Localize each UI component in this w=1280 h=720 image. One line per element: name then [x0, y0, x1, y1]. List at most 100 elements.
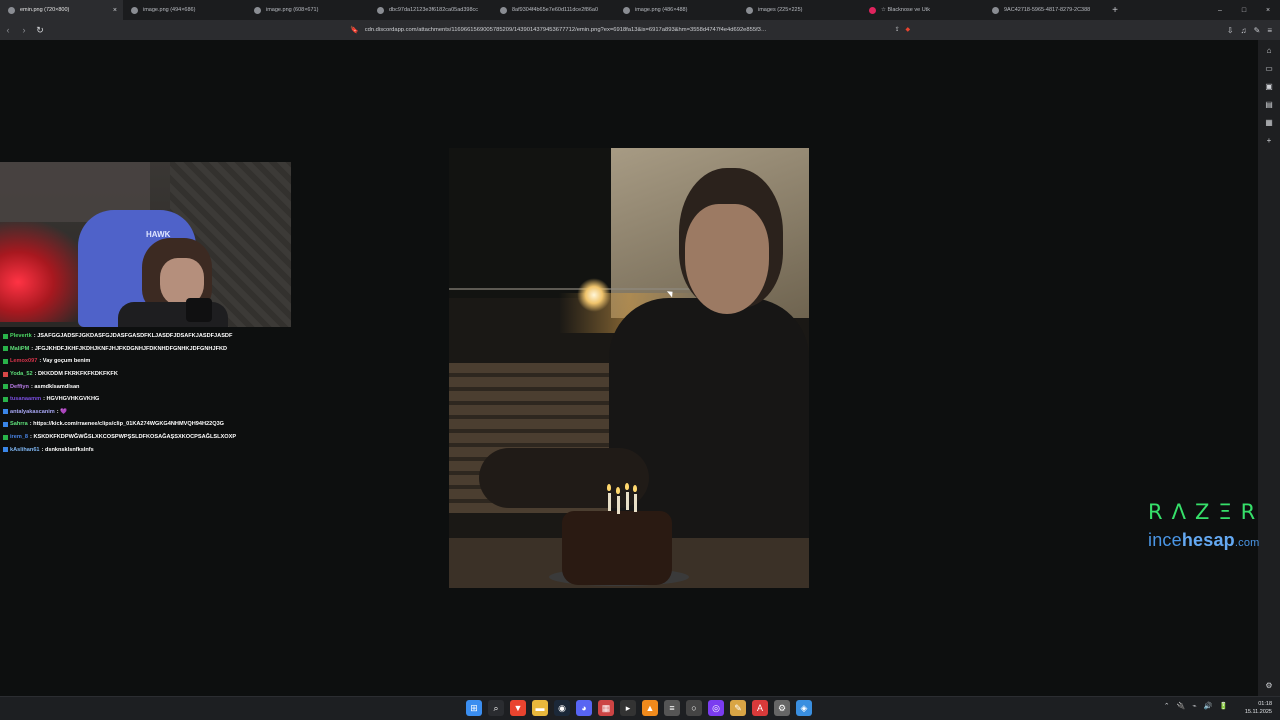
windows-start-icon[interactable]: ⊞ — [466, 700, 482, 716]
globe-icon — [254, 6, 261, 14]
sidebar-table-icon[interactable]: ▦ — [1265, 118, 1273, 127]
calendar-icon[interactable]: ▦ — [598, 700, 614, 716]
download-icon[interactable]: ⇩ — [1227, 26, 1234, 35]
clock[interactable]: 01:18 15.11.2025 — [1245, 700, 1272, 716]
chat-badge-icon — [3, 396, 8, 402]
network-icon[interactable]: ⌁ — [1192, 702, 1196, 710]
chat-line: Lemox097: Vay goçum benim — [3, 355, 303, 368]
folder-icon[interactable]: ▬ — [532, 700, 548, 716]
chat-line: Sahrra: https://kick.com/rraenee/clips/c… — [3, 418, 303, 431]
tab-label: 9AC42718-5965-4817-8279-2C388 — [1004, 7, 1091, 13]
candle-flame — [633, 485, 637, 492]
brave-icon[interactable]: ▼ — [510, 700, 526, 716]
image-favicon-icon — [8, 6, 15, 14]
chocolate-cake — [562, 511, 672, 585]
settings-app-icon[interactable]: ≡ — [664, 700, 680, 716]
terminal-icon[interactable]: ▸ — [620, 700, 636, 716]
tab-label: emin.png (720×800) — [20, 7, 70, 13]
toolbar-actions: ⇩ ♫ ✎ ≡ — [1227, 20, 1272, 40]
chat-username[interactable]: Deffiyn — [10, 384, 29, 390]
sidebar-tabs-icon[interactable]: ▭ — [1265, 64, 1273, 73]
edit-icon[interactable]: ✎ — [1254, 26, 1261, 35]
usb-icon[interactable]: 🔌 — [1177, 702, 1186, 710]
chat-username[interactable]: kAslihan61 — [10, 447, 40, 453]
stream-chat: Plevertk: JSAFGGJADSFJGKDASFGJDASFGASDFK… — [3, 330, 303, 456]
clock-date: 15.11.2025 — [1244, 709, 1272, 715]
sidebar-reading-icon[interactable]: ▤ — [1265, 100, 1273, 109]
steam-icon[interactable]: ◉ — [554, 700, 570, 716]
new-tab-button[interactable]: + — [1107, 0, 1123, 20]
chat-message: : asmdklsamdlsan — [30, 383, 80, 390]
chat-username[interactable]: irem_8 — [10, 434, 28, 440]
bookmark-icon[interactable]: 🔖 — [350, 26, 359, 34]
tab-label: dbc97da12123e3f6182ca05ad398cc — [389, 7, 478, 13]
night-sky — [449, 148, 611, 298]
sidebar-add-icon[interactable]: + — [1267, 136, 1272, 145]
adobe-icon[interactable]: A — [752, 700, 768, 716]
media-icon[interactable]: ♫ — [1241, 26, 1247, 35]
minimize-button[interactable]: – — [1208, 0, 1232, 20]
sponsor-logo: RΛZΞR incehesap.com — [1148, 500, 1259, 551]
reload-button[interactable]: ↻ — [32, 20, 48, 40]
close-icon[interactable]: × — [113, 7, 117, 14]
tray-expand-icon[interactable]: ⌃ — [1164, 702, 1170, 710]
battery-icon[interactable]: 🔋 — [1219, 702, 1228, 710]
pen-icon[interactable]: ✎ — [730, 700, 746, 716]
chat-message: : JSAFGGJADSFJGKDASFGJDASFGASDFKLJASDFJD… — [33, 333, 233, 340]
incehesap-logo-text: incehesap.com — [1148, 530, 1259, 551]
tab-emin-png[interactable]: emin.png (720×800) × — [0, 0, 123, 20]
chat-username[interactable]: Yoda_52 — [10, 371, 33, 377]
tab-8af93[interactable]: 8af9304f4b65e7e60d111dce2f86a0 — [492, 0, 615, 20]
chat-username[interactable]: Lemox097 — [10, 358, 37, 364]
chat-line: tusanaamm: HGVHGVHKGVKHG — [3, 393, 303, 406]
chat-username[interactable]: MaliPM — [10, 346, 29, 352]
chat-line: kAslihan61: dsnknsklsnfkslnfs — [3, 443, 303, 456]
close-window-button[interactable]: × — [1256, 0, 1280, 20]
tab-image-494[interactable]: image.png (494×686) — [123, 0, 246, 20]
globe-icon — [377, 6, 384, 14]
discord-icon[interactable]: ◕ — [576, 700, 592, 716]
pinterest-icon — [869, 6, 876, 14]
chat-badge-icon — [3, 358, 8, 364]
volume-icon[interactable]: 🔊 — [1204, 702, 1213, 710]
tab-image-486[interactable]: image.png (486×488) — [615, 0, 738, 20]
chat-badge-icon — [3, 371, 8, 377]
chat-username[interactable]: Plevertk — [10, 333, 32, 339]
tab-9ac42[interactable]: 9AC42718-5965-4817-8279-2C388 — [984, 0, 1107, 20]
url-text[interactable]: cdn.discordapp.com/attachments/116966156… — [365, 27, 889, 33]
menu-icon[interactable]: ≡ — [1267, 26, 1272, 35]
app-circle-icon[interactable]: ○ — [686, 700, 702, 716]
chat-badge-icon — [3, 333, 8, 339]
tab-dbc97[interactable]: dbc97da12123e3f6182ca05ad398cc — [369, 0, 492, 20]
network-app-icon[interactable]: ◈ — [796, 700, 812, 716]
chat-message: : https://kick.com/rraenee/clips/clip_01… — [29, 421, 225, 428]
logo-part-bold: hesap — [1181, 530, 1235, 550]
displayed-photo — [449, 148, 809, 588]
maximize-button[interactable]: □ — [1232, 0, 1256, 20]
vlc-icon[interactable]: ▲ — [642, 700, 658, 716]
gear-icon[interactable]: ⚙ — [774, 700, 790, 716]
chat-username[interactable]: tusanaamm — [10, 396, 41, 402]
logo-part-domain: .com — [1234, 537, 1260, 549]
tab-images-225[interactable]: images (225×225) — [738, 0, 861, 20]
candle-flame — [607, 484, 611, 491]
search-icon[interactable]: ⌕ — [488, 700, 504, 716]
chat-username[interactable]: antalyakascanim — [10, 409, 55, 415]
forward-button[interactable]: › — [16, 20, 32, 40]
chat-message: : KSKDKFKDPWĞWĞSLXKCOSPWPŞSLDFKOSAĞAŞSXK… — [30, 434, 237, 441]
address-bar[interactable]: 🔖 cdn.discordapp.com/attachments/1169661… — [350, 22, 910, 38]
sidebar-wallet-icon[interactable]: ▣ — [1265, 82, 1273, 91]
chat-username[interactable]: Sahrra — [10, 421, 28, 427]
share-icon[interactable]: ⇪ — [895, 27, 900, 33]
chat-line: Deffiyn: asmdklsamdlsan — [3, 380, 303, 393]
obs-icon[interactable]: ◎ — [708, 700, 724, 716]
tab-image-608[interactable]: image.png (608×671) — [246, 0, 369, 20]
candle — [634, 494, 637, 512]
brave-shield-icon[interactable]: ◆ — [906, 27, 910, 33]
sidebar-home-icon[interactable]: ⌂ — [1267, 46, 1272, 55]
back-button[interactable]: ‹ — [0, 20, 16, 40]
sidebar-settings-icon[interactable]: ⚙ — [1265, 681, 1272, 690]
chat-line: antalyakascanim: 💜 — [3, 406, 303, 419]
tab-blacknose[interactable]: ☆ Blacknose ve Utk — [861, 0, 984, 20]
browser-toolbar: ‹ › ↻ 🔖 cdn.discordapp.com/attachments/1… — [0, 20, 1280, 40]
